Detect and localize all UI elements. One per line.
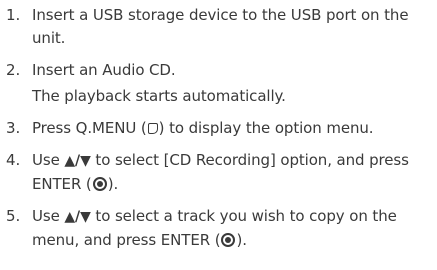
step-number: 2. (6, 61, 21, 79)
step-number: 3. (6, 119, 21, 137)
step-text-post: ) to display the option menu. (158, 119, 374, 137)
step-3: 3. Press Q.MENU ( ) to display the option… (6, 117, 434, 140)
step-4: 4. Use ▲/▼ to select [CD Recording] opti… (6, 149, 434, 196)
enter-icon (221, 233, 236, 247)
step-text: Use ▲/▼ to select a track you wish to co… (32, 205, 434, 252)
step-number: 5. (6, 207, 21, 225)
up-down-arrows-icon: ▲/▼ (64, 153, 91, 169)
enter-icon (92, 177, 107, 191)
step-2-note: The playback starts automatically. (32, 87, 286, 105)
step-text-post: ). (236, 231, 247, 249)
up-down-arrows-icon: ▲/▼ (64, 209, 91, 225)
step-text-pre: Use (32, 207, 65, 225)
step-text: Press Q.MENU ( ) to display the option me… (32, 117, 434, 140)
step-text-pre: Press Q.MENU ( (32, 119, 147, 137)
step-2: 2. Insert an Audio CD. (6, 59, 434, 82)
step-text: Insert a USB storage device to the USB p… (32, 6, 409, 47)
step-text-pre: Use (32, 151, 65, 169)
step-number: 1. (6, 6, 21, 24)
step-5: 5. Use ▲/▼ to select a track you wish to… (6, 205, 434, 252)
step-text: Use ▲/▼ to select [CD Recording] option,… (32, 149, 434, 196)
q-menu-icon (147, 123, 158, 134)
step-text-post: ). (107, 175, 119, 193)
step-number: 4. (6, 151, 21, 169)
step-1: 1. Insert a USB storage device to the US… (6, 4, 434, 50)
instruction-steps: 1. Insert a USB storage device to the US… (6, 4, 434, 261)
step-text: Insert an Audio CD. (32, 61, 176, 79)
